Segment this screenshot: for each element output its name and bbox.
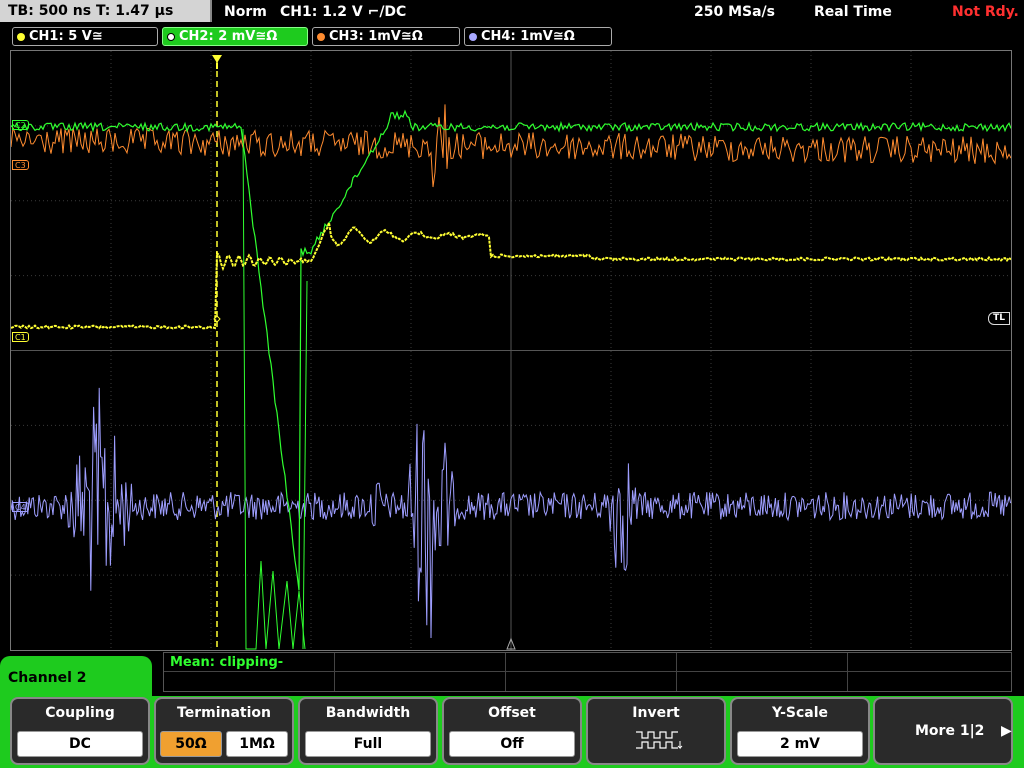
measurement-bar: Mean: clipping- <box>163 652 1012 692</box>
termination-label: Termination <box>177 705 271 721</box>
tab-ch1[interactable]: CH1: 5 V≅ <box>12 27 158 46</box>
invert-waveform-icon <box>636 731 683 750</box>
ch4-marker[interactable]: C4 <box>12 502 29 512</box>
yscale-label: Y-Scale <box>771 705 828 721</box>
invert-button[interactable]: Invert <box>586 697 726 765</box>
right-arrow-icon: ▶ <box>1001 723 1012 739</box>
tab-ch4[interactable]: CH4: 1mV≅Ω <box>464 27 612 46</box>
info-separator <box>847 653 848 691</box>
ch4-dot-icon <box>469 32 477 41</box>
tab-ch3[interactable]: CH3: 1mV≅Ω <box>312 27 460 46</box>
ch3-dot-icon <box>317 32 325 41</box>
ch2-clip-region <box>302 280 308 650</box>
top-status-bar: TB: 500 ns T: 1.47 µs Norm CH1: 1.2 V ⌐/… <box>0 0 1024 24</box>
waveform-canvas <box>11 51 1011 650</box>
waveform-display[interactable]: C2 C3 C1 C4 <box>10 50 1012 651</box>
ch2-label: CH2: 2 mV≅Ω <box>179 29 278 44</box>
info-separator <box>334 653 335 691</box>
offset-value: Off <box>449 731 575 757</box>
menu-title: Channel 2 <box>0 656 152 700</box>
offset-label: Offset <box>488 705 536 721</box>
coupling-label: Coupling <box>45 705 115 721</box>
bandwidth-label: Bandwidth <box>325 705 411 721</box>
trigger-mode[interactable]: Norm <box>224 0 267 24</box>
ch1-dot-icon <box>17 32 25 41</box>
offset-button[interactable]: Offset Off <box>442 697 582 765</box>
ch4-label: CH4: 1mV≅Ω <box>481 29 575 44</box>
ch1-marker[interactable]: C1 <box>12 332 29 342</box>
termination-1m-option[interactable]: 1MΩ <box>226 731 288 757</box>
ch2-dot-icon <box>167 32 175 41</box>
yscale-value: 2 mV <box>737 731 863 757</box>
acquisition-mode: Real Time <box>814 4 892 20</box>
coupling-button[interactable]: Coupling DC <box>10 697 150 765</box>
trigger-status: Not Rdy. <box>952 4 1019 20</box>
ch3-marker[interactable]: C3 <box>12 160 29 170</box>
termination-50-option[interactable]: 50Ω <box>160 731 222 757</box>
invert-label: Invert <box>632 705 680 721</box>
more-button[interactable]: More 1|2 ▶ <box>873 697 1013 765</box>
ch3-label: CH3: 1mV≅Ω <box>329 29 423 44</box>
trigger-level-marker[interactable]: TL <box>988 312 1010 325</box>
info-separator <box>676 653 677 691</box>
bandwidth-button[interactable]: Bandwidth Full <box>298 697 438 765</box>
channel-tabs: CH1: 5 V≅ CH2: 2 mV≅Ω CH3: 1mV≅Ω CH4: 1m… <box>0 26 1024 48</box>
sample-rate: 250 MSa/s <box>694 4 776 20</box>
grid <box>11 51 1011 650</box>
trigger-position-icon <box>212 55 222 63</box>
tab-ch2[interactable]: CH2: 2 mV≅Ω <box>162 27 308 46</box>
bandwidth-value: Full <box>305 731 431 757</box>
timebase-display[interactable]: TB: 500 ns T: 1.47 µs <box>0 0 212 22</box>
yscale-button[interactable]: Y-Scale 2 mV <box>730 697 870 765</box>
ch1-label: CH1: 5 V≅ <box>29 29 103 44</box>
coupling-value: DC <box>17 731 143 757</box>
trigger-source[interactable]: CH1: 1.2 V ⌐/DC <box>280 0 406 24</box>
more-label: More 1|2 <box>915 723 985 739</box>
mean-measurement: Mean: clipping- <box>170 655 284 670</box>
ch2-marker[interactable]: C2 <box>12 120 29 130</box>
termination-button[interactable]: Termination 50Ω 1MΩ <box>154 697 294 765</box>
info-separator <box>505 653 506 691</box>
info-divider <box>164 671 1011 672</box>
